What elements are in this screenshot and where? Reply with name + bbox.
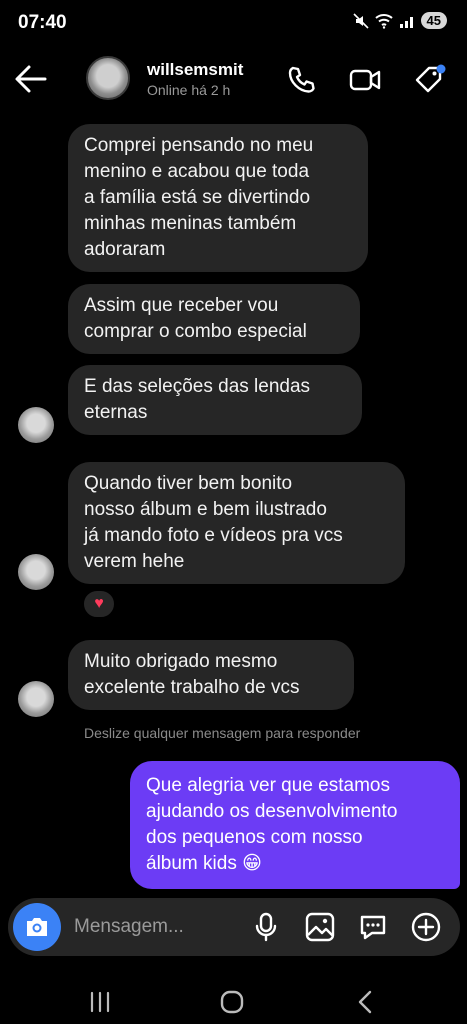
heart-icon: ♥ xyxy=(94,595,104,612)
recent-apps-button[interactable] xyxy=(86,989,114,1015)
voice-message-button[interactable] xyxy=(250,911,282,943)
message-input[interactable] xyxy=(74,912,244,942)
more-options-button[interactable] xyxy=(410,911,442,943)
sender-avatar[interactable] xyxy=(18,681,54,717)
back-icon xyxy=(358,990,372,1014)
recent-apps-icon xyxy=(90,991,110,1013)
wifi-icon xyxy=(374,13,393,29)
tag-button[interactable] xyxy=(413,64,446,96)
phone-icon xyxy=(288,66,315,93)
signal-icon xyxy=(399,16,413,28)
incoming-message[interactable]: E das seleções das lendas eternas xyxy=(68,365,362,435)
incoming-message[interactable]: Assim que receber vou comprar o combo es… xyxy=(68,284,360,354)
sticker-icon xyxy=(360,915,386,940)
message-composer xyxy=(8,898,460,956)
microphone-icon xyxy=(255,912,277,942)
contact-username[interactable]: willsemsmit xyxy=(147,60,243,80)
status-time: 07:40 xyxy=(18,12,67,33)
sender-avatar[interactable] xyxy=(18,407,54,443)
camera-icon xyxy=(27,918,47,936)
incoming-message[interactable]: Muito obrigado mesmo excelente trabalho … xyxy=(68,640,354,710)
plus-icon xyxy=(411,912,441,942)
contact-avatar[interactable] xyxy=(86,56,130,100)
image-icon xyxy=(305,912,335,942)
outgoing-message[interactable]: Que alegria ver que estamos ajudando os … xyxy=(130,761,460,889)
mute-icon xyxy=(352,12,369,29)
voice-call-button[interactable] xyxy=(285,64,317,96)
contact-online-status: Online há 2 h xyxy=(147,82,231,98)
gallery-button[interactable] xyxy=(304,911,336,943)
back-arrow-icon xyxy=(15,65,47,93)
chat-header: willsemsmit Online há 2 h xyxy=(0,50,467,110)
camera-button[interactable] xyxy=(13,903,61,951)
sender-avatar[interactable] xyxy=(18,554,54,590)
home-button[interactable] xyxy=(218,989,246,1015)
status-icons: 45 xyxy=(352,12,447,29)
heart-reaction[interactable]: ♥ xyxy=(82,589,116,619)
tag-icon xyxy=(415,64,446,93)
battery-badge: 45 xyxy=(420,12,447,29)
incoming-message[interactable]: Comprei pensando no meu menino e acabou … xyxy=(68,124,368,272)
status-bar: 07:40 45 xyxy=(0,0,467,50)
system-back-button[interactable] xyxy=(352,989,380,1015)
system-nav-bar xyxy=(0,975,467,1024)
back-button[interactable] xyxy=(14,64,48,94)
home-icon xyxy=(220,990,244,1014)
video-icon xyxy=(349,69,381,91)
sticker-button[interactable] xyxy=(357,911,389,943)
video-call-button[interactable] xyxy=(348,64,381,96)
swipe-reply-hint: Deslize qualquer mensagem para responder xyxy=(84,725,361,741)
incoming-message[interactable]: Quando tiver bem bonito nosso álbum e be… xyxy=(68,462,405,584)
